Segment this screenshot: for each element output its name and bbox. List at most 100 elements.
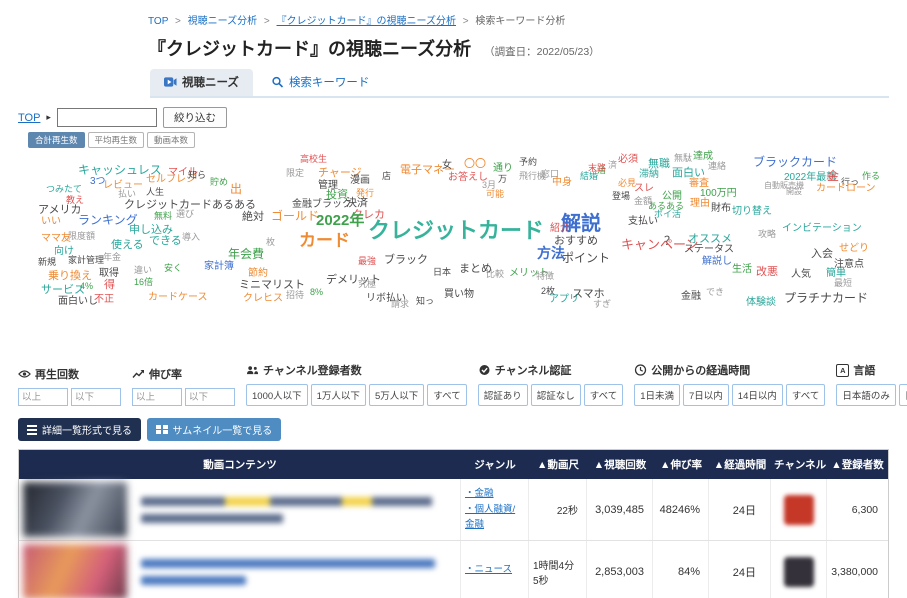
wordcloud-term[interactable]: つみたて	[46, 185, 82, 194]
tab-search-keyword[interactable]: 検索キーワード	[257, 69, 384, 96]
wordcloud-term[interactable]: 可能	[486, 190, 504, 199]
wordcloud-term[interactable]: 無料	[154, 212, 172, 221]
wordcloud-term[interactable]: 節約	[248, 269, 268, 279]
wordcloud-term[interactable]: 限度額	[68, 232, 95, 241]
wordcloud-term[interactable]: 高校生	[300, 155, 327, 164]
wordcloud-term[interactable]: ステータス	[684, 245, 734, 255]
wordcloud-term[interactable]: 面白いし	[58, 297, 98, 307]
wordcloud-term[interactable]: 注意点	[834, 260, 864, 270]
tab-viewing-needs[interactable]: 視聴ニーズ	[150, 69, 253, 96]
wordcloud-term[interactable]: 生活	[732, 265, 752, 275]
wordcloud-term[interactable]: 人生	[146, 188, 164, 197]
wordcloud-term[interactable]: 連絡	[708, 162, 726, 171]
wordcloud-term[interactable]: 選び	[176, 210, 194, 219]
wordcloud-term[interactable]: 究極	[358, 280, 376, 289]
language-option-japanese[interactable]: 日本語のみ	[836, 384, 896, 406]
wordcloud-term[interactable]: 金	[827, 170, 839, 182]
wordcloud-term[interactable]: 方法	[537, 246, 565, 260]
play-count-max-input[interactable]	[71, 388, 121, 406]
wordcloud-term[interactable]: 結婚	[580, 172, 598, 181]
wordcloud-term[interactable]: カードケース	[148, 293, 208, 303]
wordcloud-term[interactable]: 知ら	[188, 171, 206, 180]
wordcloud-term[interactable]: 家計管理	[68, 256, 104, 265]
wordcloud-term[interactable]: 招待	[286, 291, 304, 300]
wordcloud-term[interactable]: でき	[706, 288, 724, 297]
thumbnail-list-view-button[interactable]: サムネイル一覧で見る	[147, 418, 282, 441]
wordcloud-term[interactable]: 比較	[486, 270, 504, 279]
wordcloud-term[interactable]: 日本	[433, 268, 451, 277]
wordcloud-term[interactable]: 登場	[612, 192, 630, 201]
cloud-tab-video-count[interactable]: 動画本数	[147, 132, 196, 148]
verified-option-yes[interactable]: 認証あり	[477, 384, 528, 406]
wordcloud-term[interactable]: できる	[149, 236, 182, 247]
wordcloud-term[interactable]: 体験談	[746, 298, 776, 308]
breadcrumb-top[interactable]: TOP	[148, 16, 168, 27]
wordcloud-term[interactable]: スレ	[634, 184, 654, 194]
wordcloud-term[interactable]: 紹介	[550, 224, 570, 234]
wordcloud-term[interactable]: 4%	[80, 282, 93, 291]
wordcloud-term[interactable]: すぎ	[593, 300, 611, 309]
header-growth-sort[interactable]: ▲伸び率	[653, 450, 709, 479]
wordcloud-term[interactable]: 通り	[493, 164, 513, 174]
wordcloud-term[interactable]: 末路	[588, 164, 606, 173]
subscribers-option-10000[interactable]: 1万人以下	[310, 384, 366, 406]
wordcloud-term[interactable]: 決済	[346, 198, 368, 209]
wordcloud-term[interactable]: プラチナカード	[784, 292, 868, 304]
play-count-min-input[interactable]	[18, 388, 68, 406]
subscribers-option-1000[interactable]: 1000人以下	[246, 384, 308, 406]
wordcloud-term[interactable]: 切り替え	[732, 207, 772, 217]
wordcloud-term[interactable]: 人気	[791, 270, 811, 280]
wordcloud-term[interactable]: 8%	[310, 288, 323, 297]
wordcloud-term[interactable]: 中身	[552, 178, 572, 188]
breadcrumb-current-analysis[interactable]: 『クレジットカード』の視聴ニーズ分析	[277, 16, 457, 27]
wordcloud-term[interactable]: 貯め	[210, 178, 228, 187]
wordcloud-term[interactable]: ポイント	[562, 252, 610, 264]
wordcloud-term[interactable]: せどり	[839, 244, 869, 254]
elapsed-option-14days[interactable]: 14日以内	[731, 384, 783, 406]
wordcloud-term[interactable]: ゴールド	[271, 210, 319, 222]
video-thumbnail[interactable]	[23, 544, 127, 598]
elapsed-option-all[interactable]: すべて	[785, 384, 826, 406]
cloud-tab-total-views[interactable]: 合計再生数	[28, 132, 85, 148]
wordcloud-term[interactable]: ママ友	[41, 234, 71, 244]
detail-list-view-button[interactable]: 詳細一覧形式で見る	[18, 418, 141, 441]
wordcloud-term[interactable]: 使える	[111, 240, 144, 251]
video-title-blurred[interactable]	[131, 479, 461, 540]
header-views-sort[interactable]: ▲視聴回数	[587, 450, 653, 479]
wordcloud-term[interactable]: インビテーション	[782, 224, 862, 234]
video-title-blurred[interactable]	[131, 541, 461, 598]
verified-option-all[interactable]: すべて	[583, 384, 624, 406]
wordcloud-term[interactable]: 不正	[94, 295, 114, 305]
wordcloud-term[interactable]: 滞納	[639, 170, 659, 180]
video-thumbnail[interactable]	[23, 482, 127, 537]
wordcloud-term[interactable]: ？	[664, 235, 676, 247]
wordcloud-term[interactable]: 年会費	[228, 248, 264, 260]
wordcloud-term[interactable]: ポイ活	[654, 210, 681, 219]
wordcloud-term[interactable]: 枚	[266, 238, 275, 247]
subscribers-option-50000[interactable]: 5万人以下	[368, 384, 425, 406]
toolbar-top-link[interactable]: TOP	[18, 112, 40, 124]
wordcloud-term[interactable]: 作る	[862, 172, 880, 181]
toolbar-filter-button[interactable]: 絞り込む	[162, 107, 227, 128]
wordcloud-term[interactable]: 16倍	[134, 278, 153, 287]
growth-max-input[interactable]	[185, 388, 235, 406]
wordcloud-term[interactable]: 家計簿	[204, 262, 234, 272]
breadcrumb-needs-analysis[interactable]: 視聴ニーズ分析	[188, 16, 258, 27]
wordcloud-term[interactable]: カードローン	[816, 184, 876, 194]
wordcloud-term[interactable]: 特徴	[536, 272, 554, 281]
wordcloud-term[interactable]: いい	[41, 217, 61, 227]
wordcloud-term[interactable]: 〇〇	[464, 159, 486, 170]
wordcloud-term[interactable]: 最強	[358, 257, 376, 266]
wordcloud-term[interactable]: 予約	[519, 158, 537, 167]
genre-link[interactable]: ・金融	[465, 487, 494, 501]
channel-avatar[interactable]	[783, 494, 814, 525]
wordcloud-term[interactable]: クレヒス	[243, 294, 283, 304]
wordcloud-term[interactable]: 入会	[811, 249, 833, 260]
subscribers-option-all[interactable]: すべて	[427, 384, 467, 406]
wordcloud-term[interactable]: 絶対	[242, 212, 264, 223]
growth-min-input[interactable]	[132, 388, 182, 406]
wordcloud-term[interactable]: 開設	[786, 188, 802, 196]
header-duration-sort[interactable]: ▲動画尺	[529, 450, 587, 479]
wordcloud-term[interactable]: 万	[498, 175, 507, 184]
wordcloud-term[interactable]: アメリカ	[38, 205, 81, 216]
